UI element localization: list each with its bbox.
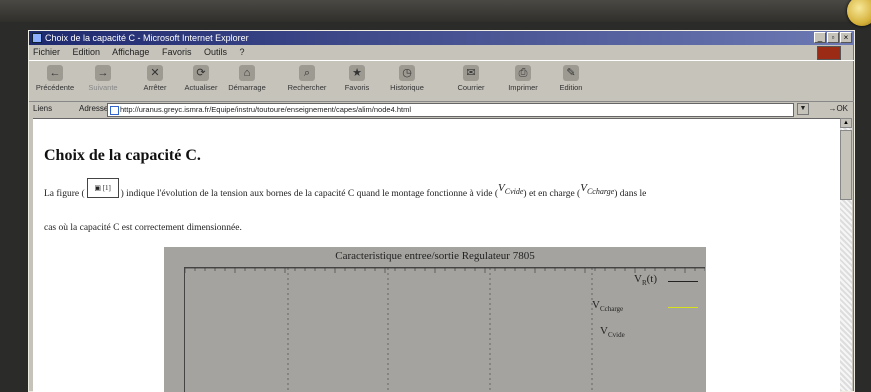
menu-affichage[interactable]: Affichage [112, 47, 149, 57]
chart-title: Caracteristique entree/sortie Regulateur… [335, 250, 535, 262]
para1-text-b: ) indique l'évolution de la tension aux … [120, 189, 498, 200]
print-button[interactable]: ⎙ Imprimer [501, 63, 545, 92]
favorites-icon: ★ [349, 65, 365, 81]
forward-label: Suivante [88, 83, 118, 92]
page-content: Choix de la capacité C. La figure (▣ [1]… [33, 118, 840, 392]
address-label: Adresse [79, 104, 109, 113]
legend-item-vr: VR(t) [586, 273, 698, 299]
window-controls: _ ▫ × [814, 32, 852, 43]
stop-button[interactable]: ✕ Arrêter [133, 63, 177, 92]
stop-icon: ✕ [147, 65, 163, 81]
figure-reference-link[interactable]: ▣ [1] [86, 178, 119, 198]
mail-button[interactable]: ✉ Courrier [449, 63, 493, 92]
history-label: Historique [390, 83, 424, 92]
figure-reference-label: [1] [102, 184, 111, 192]
ie-throbber-logo [817, 46, 841, 60]
history-button[interactable]: ◷ Historique [385, 63, 429, 92]
paragraph-2: cas où la capacité C est correctement di… [44, 223, 242, 233]
toolbar: ← Précédente → Suivante ✕ Arrêter ⟳ Actualis… [29, 60, 854, 102]
para1-text-c: ) et en charge ( [523, 189, 581, 200]
print-icon: ⎙ [515, 65, 531, 81]
search-label: Rechercher [287, 83, 327, 92]
legend-vr-line [668, 281, 698, 282]
chart-figure: Caracteristique entree/sortie Regulateur… [164, 247, 706, 392]
address-bar: Liens Adresse http://uranus.greyc.ismra.… [29, 102, 854, 117]
window-title: Choix de la capacité C - Microsoft Inter… [45, 33, 249, 43]
home-icon: ⌂ [239, 65, 255, 81]
close-button[interactable]: × [840, 32, 852, 43]
menu-favoris[interactable]: Favoris [162, 47, 192, 57]
legend-vccharge-line [668, 307, 698, 308]
legend-vr-label: VR(t) [634, 273, 657, 287]
favorites-label: Favoris [344, 83, 370, 92]
title-bar: Choix de la capacité C - Microsoft Inter… [29, 31, 854, 45]
edit-icon: ✎ [563, 65, 579, 81]
page-heading: Choix de la capacité C. [44, 147, 201, 164]
menu-edition[interactable]: Edition [73, 47, 101, 57]
para1-text-d: ) dans le [614, 189, 647, 200]
scroll-thumb[interactable] [840, 130, 852, 200]
chart-legend: VR(t) VCcharge VCvide [586, 273, 698, 351]
menu-help[interactable]: ? [240, 47, 245, 57]
menu-bar: Fichier Edition Affichage Favoris Outils… [29, 46, 854, 60]
forward-button[interactable]: → Suivante [81, 63, 125, 92]
para1-text-a: La figure ( [44, 189, 85, 200]
legend-vr-sym: V [634, 273, 642, 285]
address-input[interactable]: http://uranus.greyc.ismra.fr/Equipe/inst… [107, 103, 794, 117]
history-icon: ◷ [399, 65, 415, 81]
stop-label: Arrêter [143, 83, 167, 92]
minimize-button[interactable]: _ [814, 32, 826, 43]
refresh-button[interactable]: ⟳ Actualiser [179, 63, 223, 92]
corner-badge-icon [847, 0, 871, 26]
legend-vccharge-label: VCcharge [592, 299, 623, 313]
back-label: Précédente [35, 83, 75, 92]
search-icon: ⌕ [299, 65, 315, 81]
go-label: OK [836, 104, 848, 113]
search-button[interactable]: ⌕ Rechercher [285, 63, 329, 92]
refresh-icon: ⟳ [193, 65, 209, 81]
vertical-scrollbar[interactable]: ▲ [840, 118, 852, 391]
legend-item-vcvide: VCvide [586, 325, 698, 351]
legend-vr-extra: (t) [646, 273, 658, 285]
symbol-v-cvide: VCvide [498, 182, 524, 197]
go-button[interactable]: →OK [828, 102, 848, 116]
back-arrow-icon: ← [47, 65, 63, 81]
figure-icon: ▣ [94, 184, 103, 192]
browser-window: Choix de la capacité C - Microsoft Inter… [28, 30, 855, 392]
edit-label: Edition [559, 83, 583, 92]
refresh-label: Actualiser [184, 83, 218, 92]
symbol-v-cvide-v: V [498, 182, 505, 195]
back-button[interactable]: ← Précédente [33, 63, 77, 92]
address-url: http://uranus.greyc.ismra.fr/Equipe/inst… [120, 105, 411, 114]
ie-app-icon [32, 33, 42, 43]
outer-frame [0, 0, 871, 22]
links-label[interactable]: Liens [33, 102, 52, 116]
menu-fichier[interactable]: Fichier [33, 47, 60, 57]
print-label: Imprimer [508, 83, 538, 92]
symbol-v-cvide-sub: Cvide [504, 187, 524, 197]
maximize-button[interactable]: ▫ [827, 32, 839, 43]
home-button[interactable]: ⌂ Démarrage [225, 63, 269, 92]
forward-arrow-icon: → [95, 65, 111, 81]
legend-vccharge-sub: Ccharge [599, 305, 624, 314]
symbol-v-ccharge-sub: Ccharge [586, 187, 615, 197]
menu-outils[interactable]: Outils [204, 47, 227, 57]
legend-vcvide-label: VCvide [600, 325, 625, 339]
legend-vcvide-sub: Cvide [607, 331, 625, 340]
mail-icon: ✉ [463, 65, 479, 81]
home-label: Démarrage [228, 83, 266, 92]
edit-button[interactable]: ✎ Edition [549, 63, 593, 92]
page-icon [110, 106, 119, 115]
legend-item-vccharge: VCcharge [586, 299, 698, 325]
legend-vcvide-sym: V [600, 325, 608, 337]
scroll-up-button[interactable]: ▲ [840, 118, 852, 128]
paragraph-1: La figure (▣ [1]) indique l'évolution de… [44, 178, 647, 204]
legend-vccharge-sym: V [592, 299, 600, 311]
mail-label: Courrier [457, 83, 485, 92]
address-dropdown-button[interactable]: ▼ [797, 103, 809, 115]
favorites-button[interactable]: ★ Favoris [335, 63, 379, 92]
symbol-v-ccharge: VCcharge [580, 182, 615, 197]
symbol-v-ccharge-v: V [580, 182, 587, 195]
